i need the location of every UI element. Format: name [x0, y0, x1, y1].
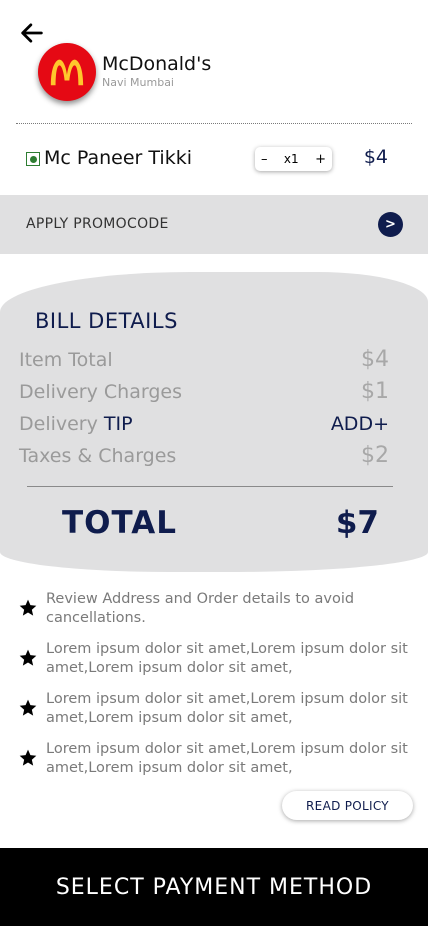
- increase-quantity-button[interactable]: +: [315, 152, 326, 167]
- payment-button-label: SELECT PAYMENT METHOD: [55, 874, 373, 900]
- note-text: Review Address and Order details to avoi…: [46, 591, 355, 626]
- bill-row-delivery-charges: Delivery Charges $1: [19, 379, 389, 405]
- mcdonalds-logo-icon: [50, 59, 84, 86]
- restaurant-name: McDonald's: [102, 53, 212, 75]
- add-tip-button[interactable]: ADD+: [331, 413, 389, 435]
- restaurant-logo: [38, 43, 96, 101]
- cart-item: Mc Paneer Tikki – x1 + $4: [26, 145, 402, 173]
- bill-row-label: Delivery TIP: [19, 413, 133, 435]
- bill-divider: [27, 486, 393, 487]
- select-payment-method-button[interactable]: SELECT PAYMENT METHOD: [0, 848, 428, 926]
- promocode-label: APPLY PROMOCODE: [26, 216, 169, 232]
- decrease-quantity-button[interactable]: –: [261, 152, 268, 167]
- star-icon: [19, 649, 37, 666]
- veg-indicator-icon: [26, 152, 40, 166]
- bill-details-title: BILL DETAILS: [35, 309, 178, 333]
- list-item: Lorem ipsum dolor sit amet,Lorem ipsum d…: [18, 640, 418, 678]
- star-icon: [19, 699, 37, 716]
- restaurant-location: Navi Mumbai: [102, 76, 174, 89]
- bill-row-value: $4: [361, 347, 389, 372]
- star-icon: [19, 599, 37, 616]
- promocode-go-button[interactable]: >: [378, 212, 403, 237]
- bill-row-label: Delivery Charges: [19, 381, 182, 403]
- back-button[interactable]: [16, 18, 48, 48]
- quantity-value: x1: [283, 152, 299, 166]
- bill-row-value: $1: [361, 379, 389, 404]
- bill-row-label: Item Total: [19, 349, 113, 371]
- order-notes-list: Review Address and Order details to avoi…: [18, 590, 418, 790]
- total-label: TOTAL: [62, 505, 177, 541]
- quantity-stepper: – x1 +: [255, 147, 332, 171]
- note-text: Lorem ipsum dolor sit amet,Lorem ipsum d…: [46, 641, 408, 676]
- list-item: Lorem ipsum dolor sit amet,Lorem ipsum d…: [18, 690, 418, 728]
- note-text: Lorem ipsum dolor sit amet,Lorem ipsum d…: [46, 691, 408, 726]
- tip-label-highlight: TIP: [103, 413, 133, 435]
- bill-row-item-total: Item Total $4: [19, 347, 389, 373]
- list-item: Review Address and Order details to avoi…: [18, 590, 418, 628]
- note-text: Lorem ipsum dolor sit amet,Lorem ipsum d…: [46, 741, 408, 776]
- star-icon: [19, 749, 37, 766]
- item-name: Mc Paneer Tikki: [44, 147, 192, 169]
- tip-label-prefix: Delivery: [19, 413, 98, 435]
- arrow-left-icon: [21, 23, 43, 43]
- bill-row-label: Taxes & Charges: [19, 445, 177, 467]
- header-divider: [16, 123, 412, 124]
- bill-row-taxes: Taxes & Charges $2: [19, 443, 389, 469]
- item-price: $4: [363, 146, 388, 168]
- total-value: $7: [335, 505, 379, 541]
- apply-promocode-bar[interactable]: APPLY PROMOCODE: [0, 195, 428, 254]
- list-item: Lorem ipsum dolor sit amet,Lorem ipsum d…: [18, 740, 418, 778]
- read-policy-button[interactable]: READ POLICY: [282, 791, 413, 820]
- bill-row-value: $2: [361, 443, 389, 468]
- bill-row-delivery-tip: Delivery TIP ADD+: [19, 411, 389, 437]
